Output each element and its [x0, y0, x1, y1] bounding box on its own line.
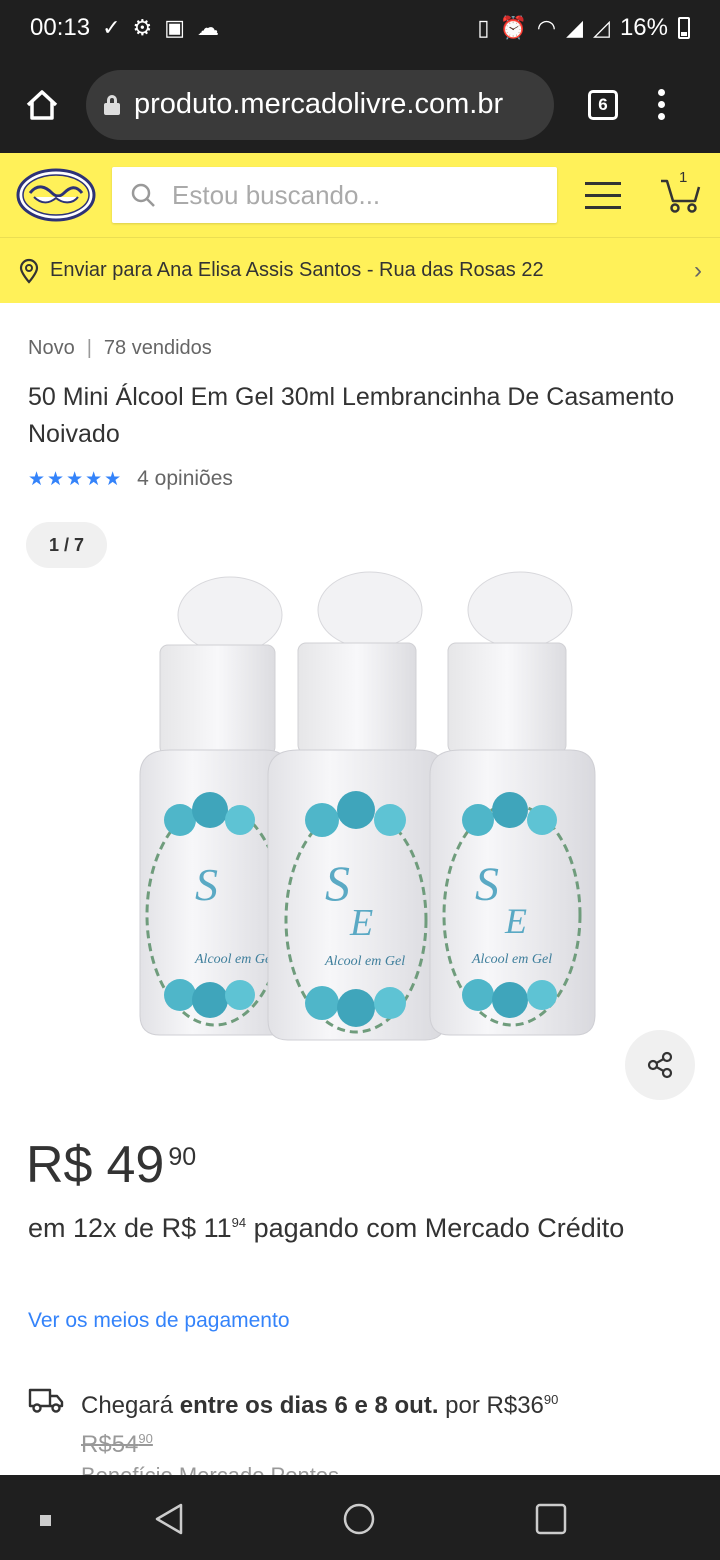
image-counter: 1 / 7	[26, 522, 107, 568]
share-button[interactable]	[625, 1030, 695, 1100]
installments-prefix: em 12x de R$ 11	[28, 1213, 232, 1243]
shipping-dates: entre os dias 6 e 8 out.	[179, 1392, 439, 1419]
svg-text:E: E	[349, 902, 373, 944]
home-nav-icon[interactable]	[342, 1502, 376, 1536]
reviews-count: 4 opiniões	[137, 467, 233, 490]
location-pin-icon	[19, 258, 39, 284]
recents-icon[interactable]	[534, 1502, 568, 1536]
price-integer: 49	[106, 1136, 165, 1194]
mercadolivre-logo[interactable]	[16, 167, 96, 223]
address-bar[interactable]: produto.mercadolivre.com.br	[86, 69, 554, 140]
alarm-icon: ⏰	[499, 15, 527, 40]
price-currency: R$	[26, 1136, 93, 1194]
product-title: 50 Mini Álcool Em Gel 30ml Lembrancinha …	[28, 383, 675, 448]
signal-2-icon: ◿	[593, 15, 610, 40]
bottle-label-text: Alcool em Gel	[194, 952, 275, 967]
status-time: 00:13	[30, 14, 91, 41]
nav-indicator-icon	[40, 1515, 51, 1526]
old-price-prefix: R$	[81, 1431, 112, 1458]
price-cents: 90	[168, 1143, 197, 1171]
product-image[interactable]: S Alcool em Gel S E Alcool em Gel S E Al…	[100, 565, 620, 1065]
bottle-label-initials: S	[195, 859, 218, 910]
bottle-middle: S E Alcool em Gel	[267, 571, 446, 1041]
cart-count: 1	[679, 169, 688, 186]
product-price: R$ 49 90	[26, 1135, 196, 1195]
product-rating[interactable]: ★★★★★ 4 opiniões	[28, 467, 233, 491]
browser-toolbar: produto.mercadolivre.com.br 6	[0, 56, 720, 153]
share-icon	[647, 1051, 673, 1079]
bottle-label-text-right: Alcool em Gel	[471, 952, 552, 967]
shipping-prefix: Chegará	[81, 1392, 180, 1419]
product-meta: Novo | 78 vendidos	[28, 337, 212, 360]
installments-cents: 94	[231, 1215, 247, 1230]
condition-label: Novo	[28, 337, 75, 359]
tabs-button[interactable]: 6	[588, 89, 618, 120]
home-icon	[26, 89, 58, 120]
download-done-icon: ✓	[102, 15, 121, 40]
old-price-integer: 54	[111, 1431, 139, 1458]
signal-icon: ◢	[566, 15, 584, 40]
status-bar: 00:13 ✓ ⚙ ▣ ☁ ▯ ⏰ ◠ ◢ ◿ 16%	[0, 0, 720, 56]
search-bar[interactable]	[112, 167, 557, 223]
installments-text: em 12x de R$ 1194 pagando com Mercado Cr…	[28, 1206, 628, 1245]
chevron-right-icon: ›	[694, 256, 702, 284]
svg-text:S: S	[475, 858, 499, 911]
site-header: 1	[0, 153, 720, 237]
svg-text:S: S	[325, 855, 350, 911]
cloud-icon: ☁	[197, 15, 220, 40]
payment-methods-link[interactable]: Ver os meios de pagamento	[28, 1309, 290, 1333]
meta-divider: |	[86, 337, 92, 359]
shipping-info: Chegará entre os dias 6 e 8 out. por R$3…	[28, 1383, 688, 1477]
shipping-by: por R$	[438, 1392, 518, 1419]
delivery-address-text: Enviar para Ana Elisa Assis Santos - Rua…	[50, 259, 544, 281]
rating-stars-icon: ★★★★★	[28, 468, 124, 490]
svg-text:E: E	[504, 901, 527, 941]
shipping-price-cents: 90	[543, 1392, 559, 1407]
wifi-icon: ◠	[536, 15, 557, 40]
settings-icon: ⚙	[132, 15, 153, 40]
battery-percent: 16%	[619, 14, 668, 41]
battery-icon	[678, 17, 690, 39]
shipping-price-integer: 36	[517, 1392, 544, 1419]
shipping-old-price: R$5490	[81, 1422, 688, 1461]
clipboard-icon: ▣	[164, 15, 186, 40]
url-text: produto.mercadolivre.com.br	[134, 88, 504, 120]
search-icon	[131, 183, 155, 207]
lock-icon	[104, 94, 120, 115]
delivery-address-bar[interactable]: Enviar para Ana Elisa Assis Santos - Rua…	[0, 237, 720, 303]
search-input[interactable]	[172, 179, 532, 211]
bottle-label-text-middle: Alcool em Gel	[324, 954, 405, 969]
home-button[interactable]	[20, 83, 64, 127]
system-nav-bar	[0, 1475, 720, 1560]
shipping-arrival: Chegará entre os dias 6 e 8 out. por R$3…	[81, 1383, 558, 1422]
back-icon[interactable]	[153, 1502, 185, 1536]
truck-icon	[28, 1388, 64, 1413]
menu-hamburger-icon[interactable]	[585, 181, 621, 209]
sold-count: 78 vendidos	[103, 337, 212, 359]
bottle-right: S E Alcool em Gel	[429, 571, 596, 1036]
vibrate-icon: ▯	[477, 15, 490, 40]
cart-button[interactable]: 1	[659, 169, 703, 215]
installments-suffix: pagando com Mercado Crédito	[246, 1213, 625, 1243]
old-price-cents: 90	[138, 1431, 153, 1446]
browser-menu-button[interactable]	[658, 89, 665, 120]
